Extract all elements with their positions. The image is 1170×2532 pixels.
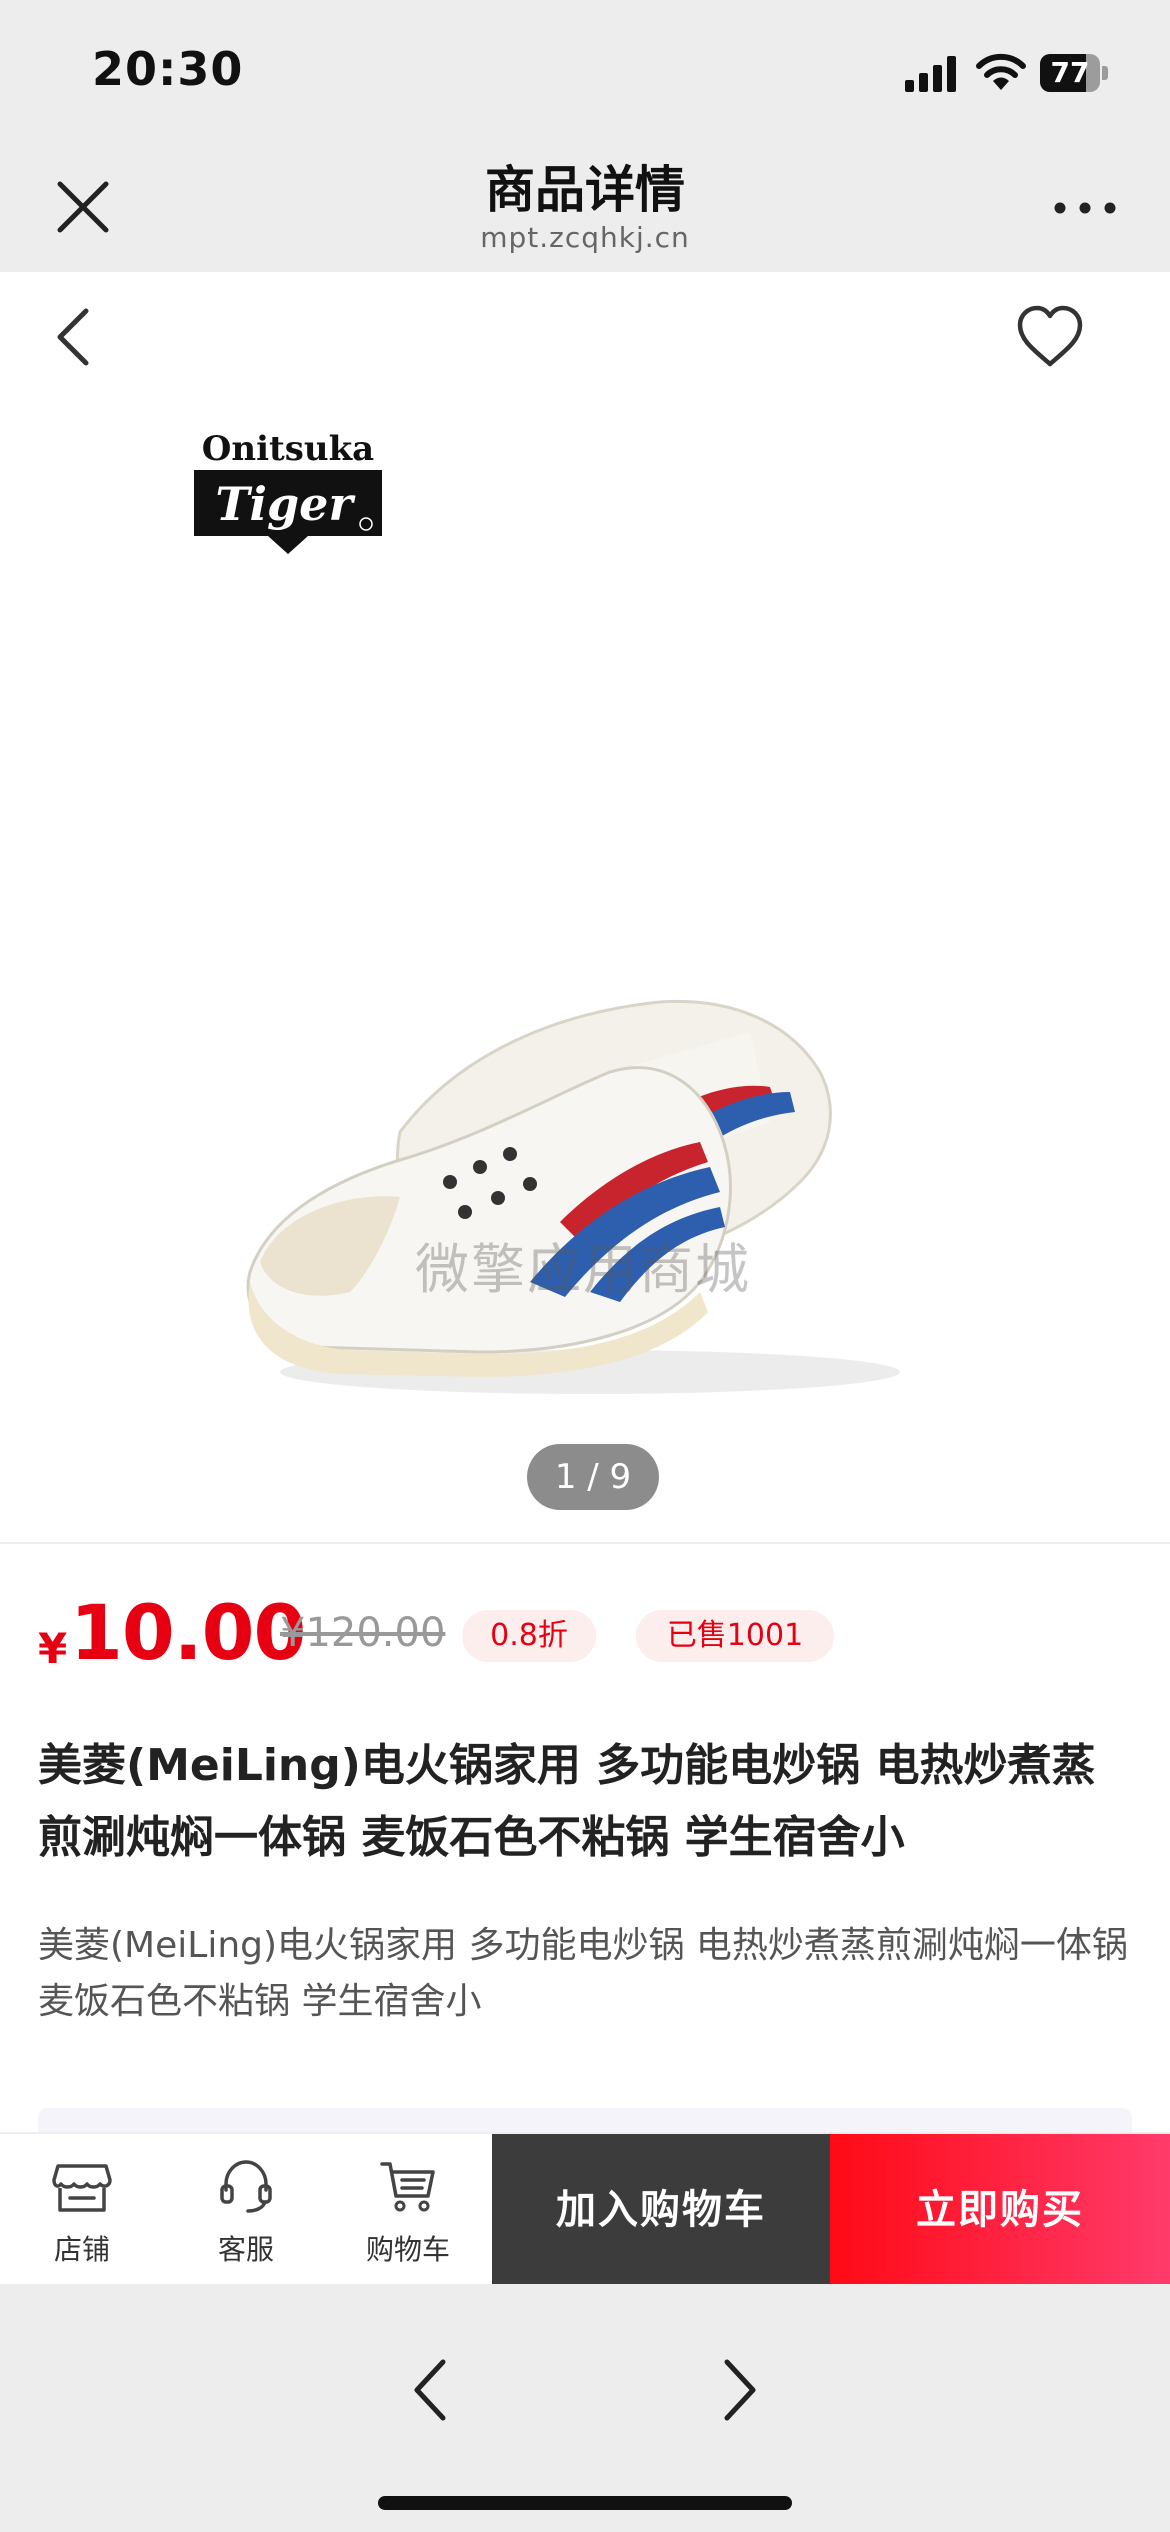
sold-count-badge: 已售1001 [636,1610,834,1662]
svg-text:Onitsuka: Onitsuka [202,429,374,469]
home-indicator[interactable] [378,2496,792,2510]
svg-text:Tiger: Tiger [215,477,356,531]
current-price: 10.00 [70,1588,306,1677]
discount-badge: 0.8折 [462,1610,596,1662]
shop-label: 店铺 [53,2233,110,2266]
section-divider [0,1542,1170,1544]
battery-icon: 77 [1040,54,1112,92]
product-image-carousel[interactable]: Onitsuka Tiger 微擎应用商城 1 / 9 [0,402,1170,1544]
wifi-icon [976,53,1026,90]
customer-service-button[interactable]: 客服 [166,2134,326,2286]
original-price: ¥120.00 [280,1610,446,1656]
watermark-text: 微擎应用商城 [415,1238,751,1301]
product-title: 美菱(MeiLing)电火锅家用 多功能电炒锅 电热炒煮蒸煎涮炖焖一体锅 麦饭石… [38,1740,1096,1863]
more-icon[interactable] [1050,188,1120,228]
heart-icon[interactable] [1014,302,1086,372]
image-pager-indicator: 1 / 9 [527,1444,659,1510]
close-icon[interactable] [52,176,114,238]
add-to-cart-button[interactable]: 加入购物车 [492,2134,830,2286]
cart-icon [380,2162,435,2212]
headset-icon [220,2160,272,2213]
cart-label: 购物车 [365,2233,450,2266]
page-nav-bar [0,272,1170,404]
chevron-right-icon[interactable] [709,2354,765,2426]
back-icon[interactable] [46,305,106,369]
status-bar: 20:30 77 [0,0,1170,140]
webview-title-bar: 商品详情 mpt.zcqhkj.cn [0,140,1170,272]
page-domain: mpt.zcqhkj.cn [480,221,690,254]
product-image [246,999,900,1394]
cart-button[interactable]: 购物车 [328,2134,488,2286]
cellular-signal-icon [905,56,956,92]
status-time: 20:30 [92,42,244,96]
webview-title: 商品详情 mpt.zcqhkj.cn [285,160,885,256]
price-row: ¥ 10.00 ¥120.00 0.8折 已售1001 [0,1580,1170,1690]
price-currency: ¥ [38,1624,68,1673]
product-description: 美菱(MeiLing)电火锅家用 多功能电炒锅 电热炒煮蒸煎涮炖焖一体锅 麦饭石… [38,1925,1128,2022]
chevron-left-icon[interactable] [405,2354,461,2426]
brand-logo: Onitsuka Tiger [194,429,382,554]
store-icon [52,2164,112,2212]
battery-percent: 77 [1050,56,1090,89]
service-label: 客服 [217,2233,274,2266]
shop-button[interactable]: 店铺 [2,2134,162,2286]
page-title: 商品详情 [485,161,685,219]
bottom-action-bar: 店铺 客服 购物车 加入购物车 立即购买 [0,2132,1170,2286]
buy-now-button[interactable]: 立即购买 [830,2134,1170,2286]
browser-toolbar [0,2284,1170,2532]
